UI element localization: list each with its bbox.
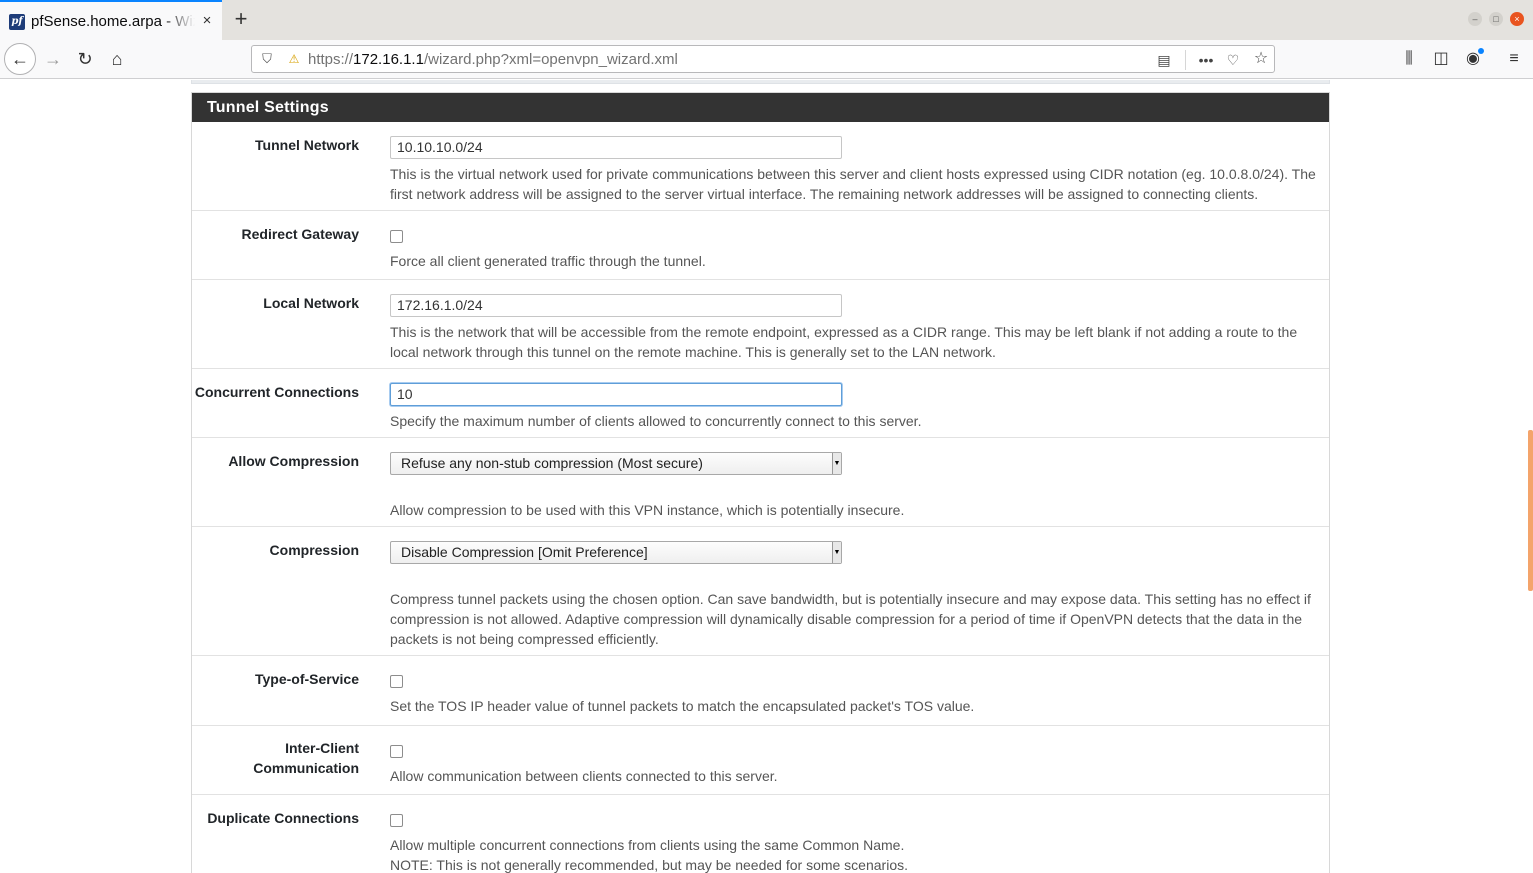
maximize-window-icon[interactable]: □: [1489, 12, 1503, 26]
url-bar[interactable]: ⛉ ⚠ https://172.16.1.1/wizard.php?xml=op…: [251, 45, 1275, 73]
inter-client-communication-checkbox[interactable]: [390, 745, 403, 758]
inter-client-communication-help: Allow communication between clients conn…: [390, 768, 778, 784]
new-tab-icon[interactable]: +: [230, 8, 252, 30]
url-path: /wizard.php?xml=openvpn_wizard.xml: [423, 51, 678, 68]
close-window-icon[interactable]: ×: [1510, 12, 1524, 26]
compression-help: Compress tunnel packets using the chosen…: [390, 591, 1311, 647]
local-network-row: Local Network 172.16.1.0/24 This is the …: [192, 280, 1329, 369]
concurrent-connections-label: Concurrent Connections: [194, 384, 359, 400]
duplicate-connections-help-line2: NOTE: This is not generally recommended,…: [390, 857, 908, 873]
type-of-service-field-wrap: [390, 675, 403, 688]
redirect-gateway-help: Force all client generated traffic throu…: [390, 253, 706, 269]
compression-field-wrap: Disable Compression [Omit Preference] ▼: [390, 541, 842, 564]
allow-compression-selected-value: Refuse any non-stub compression (Most se…: [401, 455, 703, 471]
hamburger-menu-icon[interactable]: ≡: [1503, 49, 1525, 69]
compression-label: Compression: [269, 542, 359, 558]
duplicate-connections-help: Allow multiple concurrent connections fr…: [390, 835, 1320, 873]
redirect-gateway-label: Redirect Gateway: [241, 226, 360, 242]
library-icon[interactable]: ⫼: [1398, 49, 1420, 69]
tunnel-network-label: Tunnel Network: [255, 137, 359, 153]
local-network-label: Local Network: [263, 295, 359, 311]
pocket-icon[interactable]: ♡: [1224, 51, 1242, 69]
tracking-shield-icon[interactable]: ⛉: [259, 51, 275, 67]
account-notification-dot: [1478, 48, 1484, 54]
redirect-gateway-checkbox[interactable]: [390, 230, 403, 243]
inter-client-communication-row: Inter-Client Communication Allow communi…: [192, 726, 1329, 795]
forward-arrow-icon[interactable]: →: [42, 48, 64, 70]
concurrent-connections-help: Specify the maximum number of clients al…: [390, 413, 922, 429]
concurrent-connections-field-wrap: 10: [390, 383, 842, 406]
url-host: 172.16.1.1: [353, 51, 424, 68]
concurrent-connections-row: Concurrent Connections 10 Specify the ma…: [192, 369, 1329, 438]
url-text[interactable]: https://172.16.1.1/wizard.php?xml=openvp…: [308, 51, 678, 68]
close-tab-icon[interactable]: ×: [199, 13, 215, 29]
url-scheme: https://: [308, 51, 354, 68]
tunnel-network-input[interactable]: 10.10.10.0/24: [390, 136, 842, 159]
allow-compression-field-wrap: Refuse any non-stub compression (Most se…: [390, 452, 842, 475]
previous-panel-edge: [191, 80, 1330, 84]
duplicate-connections-label: Duplicate Connections: [207, 810, 359, 826]
compression-selected-value: Disable Compression [Omit Preference]: [401, 544, 648, 560]
dropdown-arrow-icon[interactable]: ▼: [832, 453, 841, 474]
allow-compression-label: Allow Compression: [228, 453, 359, 469]
minimize-window-icon[interactable]: –: [1468, 12, 1482, 26]
compression-select[interactable]: Disable Compression [Omit Preference] ▼: [390, 541, 842, 564]
tab-strip: pf pfSense.home.arpa - Wizard: OpenVPN R…: [0, 0, 1533, 40]
duplicate-connections-checkbox[interactable]: [390, 814, 403, 827]
concurrent-connections-input[interactable]: 10: [390, 383, 842, 406]
type-of-service-row: Type-of-Service Set the TOS IP header va…: [192, 656, 1329, 726]
pfsense-favicon-icon: pf: [9, 14, 25, 30]
back-arrow-icon[interactable]: ←: [4, 43, 36, 75]
tunnel-settings-panel: Tunnel Settings Tunnel Network 10.10.10.…: [191, 92, 1330, 873]
type-of-service-checkbox[interactable]: [390, 675, 403, 688]
compression-row: Compression Disable Compression [Omit Pr…: [192, 527, 1329, 656]
page-viewport: Tunnel Settings Tunnel Network 10.10.10.…: [0, 80, 1533, 873]
page-scrollbar-thumb[interactable]: [1528, 430, 1533, 591]
reload-icon[interactable]: ↻: [74, 48, 96, 70]
duplicate-connections-row: Duplicate Connections Allow multiple con…: [192, 795, 1329, 873]
home-icon[interactable]: ⌂: [106, 48, 128, 70]
insecure-lock-warning-icon[interactable]: ⚠: [286, 51, 302, 67]
inter-client-communication-label: Inter-Client Communication: [189, 738, 359, 778]
inter-client-label-line2: Communication: [253, 760, 359, 776]
allow-compression-select[interactable]: Refuse any non-stub compression (Most se…: [390, 452, 842, 475]
navigation-toolbar: ← → ↻ ⌂ ⛉ ⚠ https://172.16.1.1/wizard.ph…: [0, 40, 1533, 79]
page-actions-more-icon[interactable]: •••: [1195, 51, 1217, 69]
local-network-input[interactable]: 172.16.1.0/24: [390, 294, 842, 317]
browser-tab-active[interactable]: pf pfSense.home.arpa - Wizard: OpenVPN R…: [0, 0, 222, 40]
inter-client-label-line1: Inter-Client: [285, 740, 359, 756]
reader-view-icon[interactable]: ▤: [1155, 51, 1173, 69]
sidebar-icon[interactable]: ◫: [1430, 49, 1452, 69]
type-of-service-label: Type-of-Service: [255, 671, 359, 687]
redirect-gateway-row: Redirect Gateway Force all client genera…: [192, 211, 1329, 280]
local-network-field-wrap: 172.16.1.0/24: [390, 294, 842, 317]
allow-compression-help: Allow compression to be used with this V…: [390, 502, 905, 518]
tunnel-network-field-wrap: 10.10.10.0/24: [390, 136, 842, 159]
url-bar-divider: [1185, 50, 1186, 70]
duplicate-connections-field-wrap: [390, 814, 403, 827]
bookmark-star-icon[interactable]: ☆: [1252, 50, 1270, 68]
inter-client-field-wrap: [390, 745, 403, 758]
panel-title: Tunnel Settings: [192, 93, 1329, 122]
type-of-service-help: Set the TOS IP header value of tunnel pa…: [390, 698, 975, 714]
tunnel-network-row: Tunnel Network 10.10.10.0/24 This is the…: [192, 122, 1329, 211]
tunnel-network-help: This is the virtual network used for pri…: [390, 166, 1316, 202]
tab-title: pfSense.home.arpa - Wizard: OpenVPN Remo…: [31, 13, 195, 30]
redirect-gateway-field-wrap: [390, 230, 403, 243]
allow-compression-row: Allow Compression Refuse any non-stub co…: [192, 438, 1329, 527]
duplicate-connections-help-line1: Allow multiple concurrent connections fr…: [390, 837, 905, 853]
local-network-help: This is the network that will be accessi…: [390, 324, 1298, 360]
dropdown-arrow-icon[interactable]: ▼: [832, 542, 841, 563]
